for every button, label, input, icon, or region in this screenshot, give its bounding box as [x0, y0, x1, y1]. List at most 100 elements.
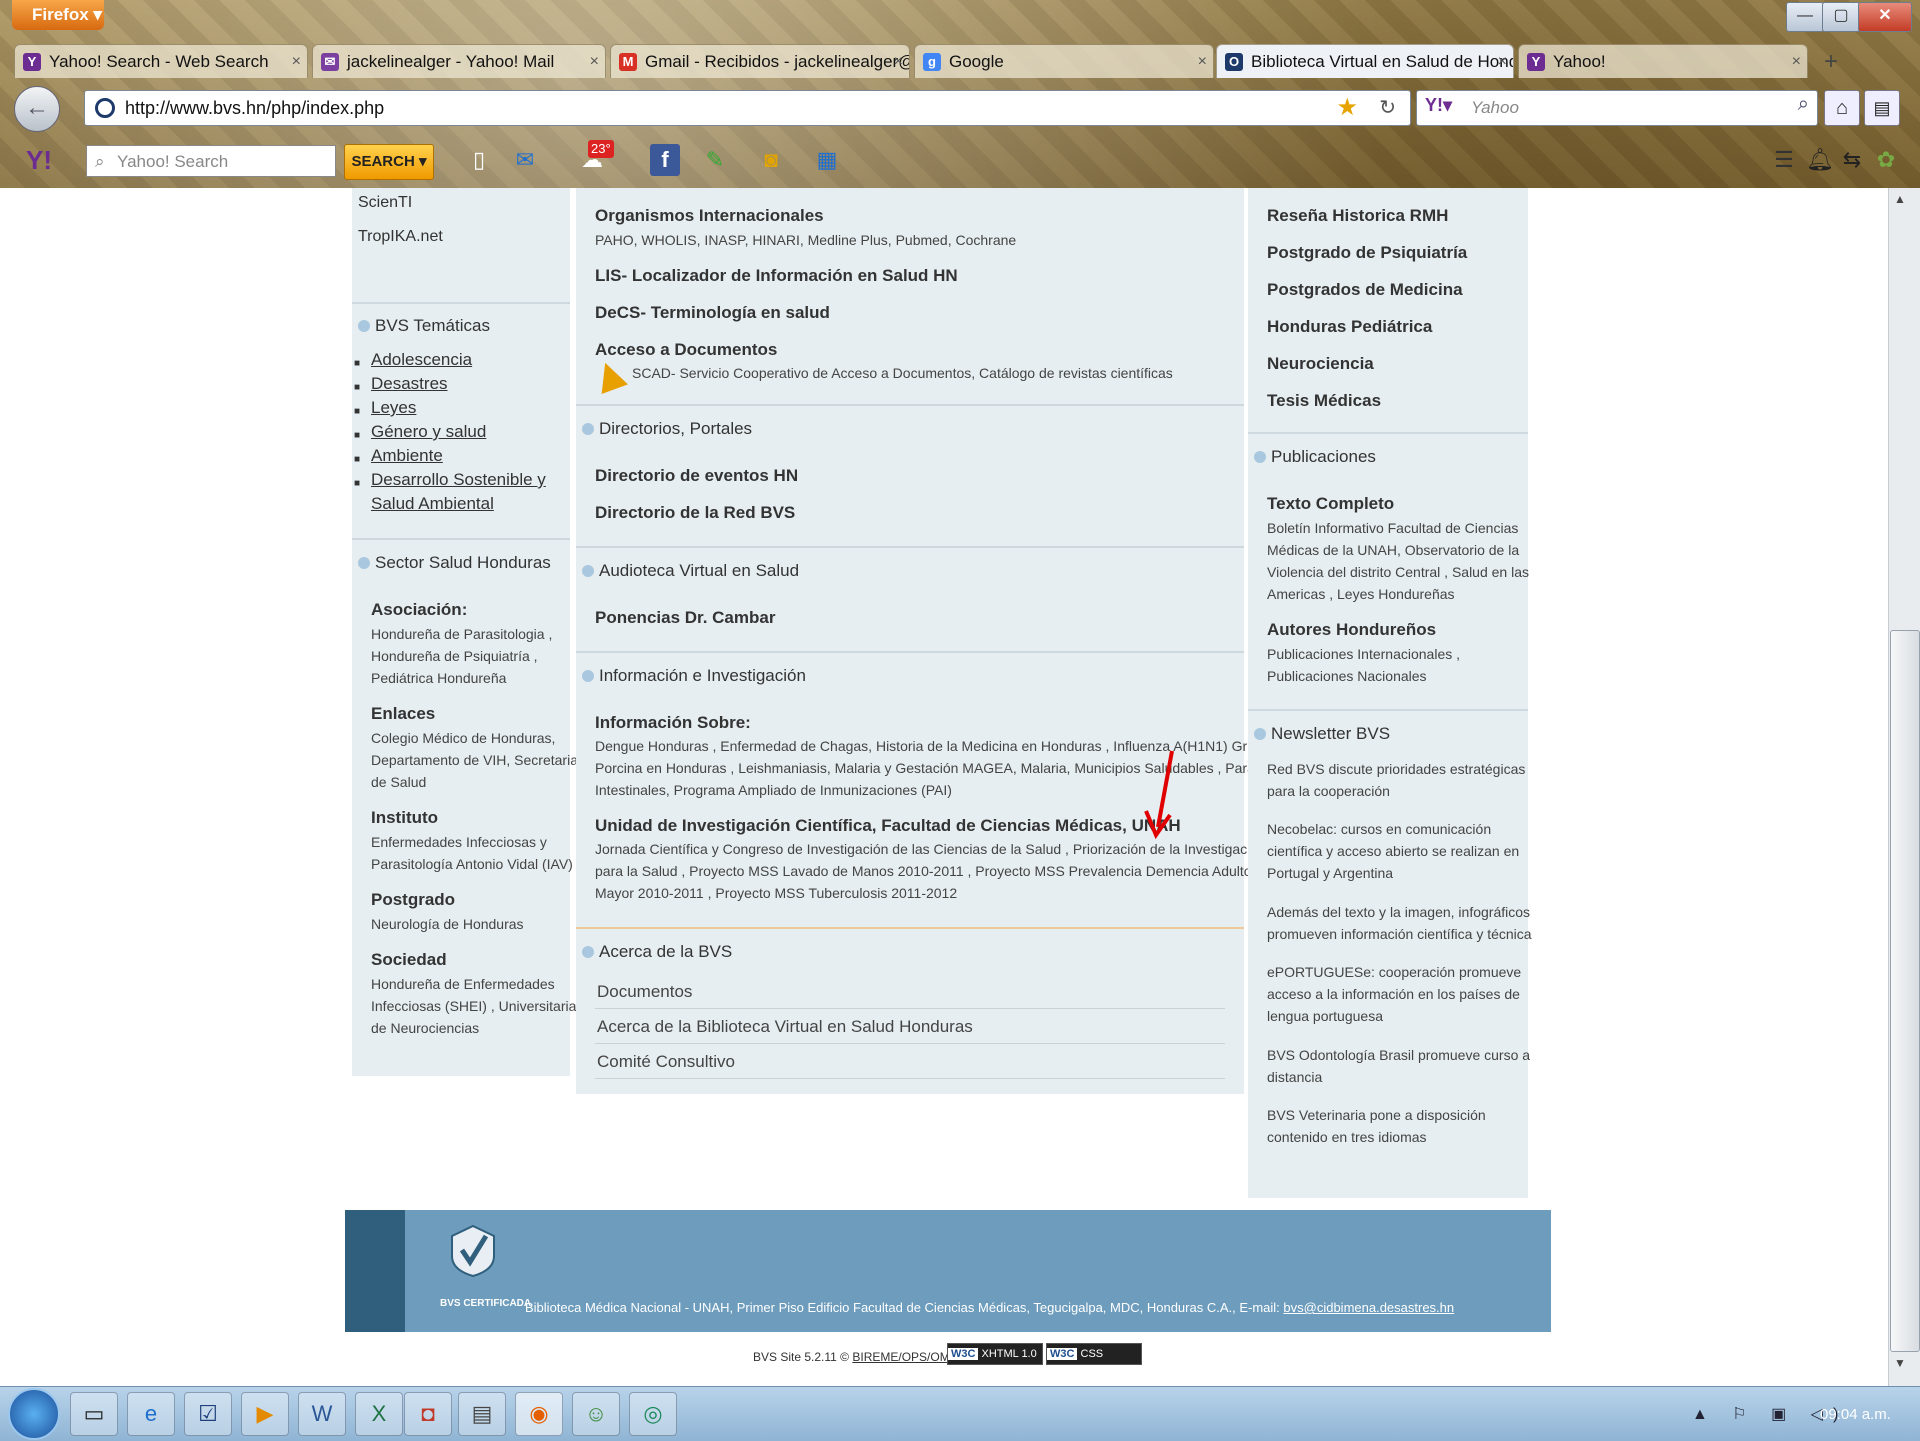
- tab-google[interactable]: g Google ×: [914, 44, 1214, 78]
- link-tesis-medicas[interactable]: Tesis Médicas: [1267, 391, 1381, 411]
- link-documentos[interactable]: Documentos: [597, 982, 692, 1002]
- minimize-button[interactable]: —: [1786, 2, 1824, 32]
- close-icon[interactable]: ×: [292, 45, 301, 78]
- notes-icon[interactable]: ✎: [700, 144, 730, 176]
- bell-icon[interactable]: 🔔︎: [1806, 144, 1834, 176]
- link-organismos-internacionales[interactable]: Organismos Internacionales: [595, 206, 824, 226]
- link-acerca-biblioteca[interactable]: Acerca de la Biblioteca Virtual en Salud…: [597, 1017, 973, 1037]
- link-desastres[interactable]: Desastres: [371, 374, 448, 394]
- reload-icon[interactable]: ↻: [1379, 95, 1396, 120]
- link-salud-ambiental[interactable]: Salud Ambiental: [371, 494, 494, 514]
- firefox-menu-button[interactable]: Firefox ▾: [12, 0, 104, 30]
- group-lines-postgrado[interactable]: Neurología de Honduras: [371, 913, 524, 935]
- close-icon[interactable]: ×: [1198, 45, 1207, 78]
- yahoo-engine-icon[interactable]: Y!▾: [1425, 95, 1452, 116]
- tab-gmail[interactable]: M Gmail - Recibidos - jackelinealger@g..…: [610, 44, 910, 78]
- w3c-css-badge[interactable]: W3C CSS: [1046, 1343, 1142, 1365]
- word-icon[interactable]: W: [298, 1392, 346, 1436]
- news-item[interactable]: ePORTUGUESe: cooperación promueve acceso …: [1267, 961, 1521, 1027]
- link-postgrado-psiquiatria[interactable]: Postgrado de Psiquiatría: [1267, 243, 1467, 263]
- link-resena-rmh[interactable]: Reseña Historica RMH: [1267, 206, 1448, 226]
- link-adolescencia[interactable]: Adolescencia: [371, 350, 472, 370]
- yahoo-search-button[interactable]: SEARCH ▾: [344, 144, 434, 180]
- link-directorio-eventos[interactable]: Directorio de eventos HN: [595, 466, 798, 486]
- maximize-button[interactable]: ▢: [1822, 2, 1860, 32]
- group-lines-asociacion[interactable]: Hondureña de Parasitologia , Hondureña de…: [371, 623, 552, 689]
- media-player-icon[interactable]: ▶: [241, 1392, 289, 1436]
- link-desarrollo-sostenible[interactable]: Desarrollo Sostenible y: [371, 470, 546, 490]
- footer-email-link[interactable]: bvs@cidbimena.desastres.hn: [1283, 1300, 1454, 1315]
- swap-icon[interactable]: ⇆: [1838, 144, 1866, 176]
- document-icon[interactable]: ▤: [458, 1392, 506, 1436]
- url-bar[interactable]: http://www.bvs.hn/php/index.php ★ ↻: [84, 90, 1411, 126]
- close-icon[interactable]: ×: [1498, 45, 1507, 78]
- users-icon[interactable]: ☺: [572, 1392, 620, 1436]
- back-button[interactable]: ←: [14, 86, 60, 132]
- news-item[interactable]: BVS Odontología Brasil promueve curso a d…: [1267, 1044, 1530, 1088]
- autores-links[interactable]: Publicaciones Internacionales , Publicaci…: [1267, 643, 1460, 687]
- texto-completo-links[interactable]: Boletín Informativo Facultad de Ciencias…: [1267, 517, 1529, 605]
- close-window-button[interactable]: ✕: [1858, 2, 1912, 32]
- tab-yahoo-search[interactable]: Y Yahoo! Search - Web Search ×: [14, 44, 308, 78]
- yahoo-search-input[interactable]: ⌕ Yahoo! Search: [86, 145, 336, 177]
- yahoo-toolbar-logo-icon[interactable]: Y!: [14, 144, 64, 176]
- home-icon[interactable]: ⌂: [1824, 90, 1860, 126]
- mail-icon[interactable]: ✉: [508, 144, 542, 176]
- link-directorio-red-bvs[interactable]: Directorio de la Red BVS: [595, 503, 795, 523]
- tab-bvs-active[interactable]: O Biblioteca Virtual en Salud de Hondur.…: [1216, 44, 1514, 78]
- close-icon[interactable]: ×: [590, 45, 599, 78]
- settings-icon[interactable]: ✿: [1872, 144, 1900, 176]
- tab-yahoo[interactable]: Y Yahoo! ×: [1518, 44, 1808, 78]
- link-genero-salud[interactable]: Género y salud: [371, 422, 486, 442]
- info-topics[interactable]: Dengue Honduras , Enfermedad de Chagas, …: [595, 735, 1284, 801]
- scrollbar-thumb[interactable]: [1890, 630, 1920, 1352]
- group-lines-sociedad[interactable]: Hondureña de Enfermedades Infecciosas (SH…: [371, 973, 576, 1039]
- link-scienti[interactable]: ScienTI: [358, 194, 412, 212]
- list-icon[interactable]: ☰: [1770, 144, 1798, 176]
- checkbox-app-icon[interactable]: ☑: [184, 1392, 232, 1436]
- close-icon[interactable]: ×: [894, 45, 903, 78]
- site-identity-icon[interactable]: [95, 98, 115, 118]
- scroll-down-icon[interactable]: ▼: [1894, 1356, 1906, 1370]
- bireme-link[interactable]: BIREME/OPS/OMS: [852, 1350, 957, 1364]
- w3c-xhtml-badge[interactable]: W3C XHTML 1.0: [947, 1343, 1043, 1365]
- link-scad[interactable]: SCAD- Servicio Cooperativo de Acceso a D…: [632, 362, 1173, 384]
- browser-app-icon[interactable]: ◎: [629, 1392, 677, 1436]
- link-acceso-documentos[interactable]: Acceso a Documentos: [595, 340, 777, 360]
- link-postgrados-medicina[interactable]: Postgrados de Medicina: [1267, 280, 1463, 300]
- weather-icon[interactable]: ☁ 23°: [560, 140, 624, 176]
- search-bar[interactable]: Y!▾ Yahoo ⌕: [1416, 90, 1818, 126]
- ebay-icon[interactable]: ◙: [756, 144, 786, 176]
- notepad-icon[interactable]: ▯: [462, 144, 496, 176]
- news-item[interactable]: Necobelac: cursos en comunicación científ…: [1267, 818, 1519, 884]
- explorer-icon[interactable]: ▭: [70, 1392, 118, 1436]
- group-lines-enlaces[interactable]: Colegio Médico de Honduras, Departamento …: [371, 727, 578, 793]
- pdf-icon[interactable]: ◘: [404, 1392, 452, 1436]
- taskbar-clock[interactable]: 09:04 a.m.: [1820, 1406, 1891, 1423]
- link-ponencias[interactable]: Ponencias Dr. Cambar: [595, 608, 775, 628]
- link-neurociencia[interactable]: Neurociencia: [1267, 354, 1374, 374]
- internet-explorer-icon[interactable]: e: [127, 1392, 175, 1436]
- news-item[interactable]: Además del texto y la imagen, infográfic…: [1267, 901, 1532, 945]
- excel-icon[interactable]: X: [355, 1392, 403, 1436]
- group-lines-instituto[interactable]: Enfermedades Infecciosas y Parasitología …: [371, 831, 573, 875]
- link-unidad-investigacion[interactable]: Unidad de Investigación Científica, Facu…: [595, 816, 1181, 836]
- calendar-icon[interactable]: ▦: [812, 144, 842, 176]
- facebook-icon[interactable]: f: [650, 144, 680, 176]
- unidad-topics[interactable]: Jornada Científica y Congreso de Investi…: [595, 838, 1266, 904]
- link-ambiente[interactable]: Ambiente: [371, 446, 443, 466]
- link-decs[interactable]: DeCS- Terminología en salud: [595, 303, 830, 323]
- news-item[interactable]: BVS Veterinaria pone a disposición conten…: [1267, 1104, 1486, 1148]
- close-icon[interactable]: ×: [1792, 45, 1801, 78]
- bookmark-star-icon[interactable]: ★: [1336, 93, 1358, 122]
- bookmarks-menu-icon[interactable]: ▤: [1864, 90, 1900, 126]
- search-icon[interactable]: ⌕: [1798, 93, 1809, 116]
- link-honduras-pediatrica[interactable]: Honduras Pediátrica: [1267, 317, 1432, 337]
- firefox-taskbar-icon[interactable]: ◉: [515, 1392, 563, 1436]
- tab-yahoo-mail[interactable]: ✉ jackelinealger - Yahoo! Mail ×: [312, 44, 606, 78]
- link-leyes[interactable]: Leyes: [371, 398, 416, 418]
- link-lis[interactable]: LIS- Localizador de Información en Salud…: [595, 266, 958, 286]
- link-tropika[interactable]: TropIKA.net: [358, 228, 443, 246]
- start-button[interactable]: [8, 1388, 60, 1440]
- scroll-up-icon[interactable]: ▲: [1894, 192, 1906, 206]
